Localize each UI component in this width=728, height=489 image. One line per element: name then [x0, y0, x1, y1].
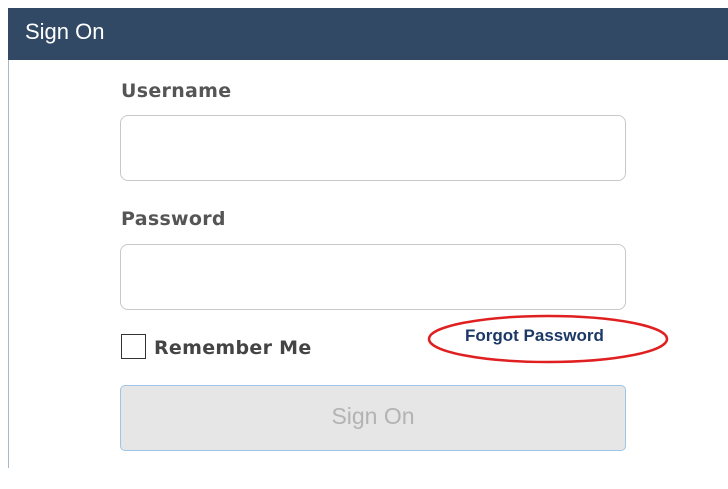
sign-on-button[interactable]: Sign On: [120, 385, 626, 451]
panel-header: Sign On: [8, 8, 728, 60]
sign-on-panel: Sign On Username Password Remember Me Fo…: [0, 0, 728, 489]
remember-me-label[interactable]: Remember Me: [154, 337, 312, 359]
password-input[interactable]: [120, 244, 626, 310]
username-input[interactable]: [120, 115, 626, 181]
panel-title: Sign On: [25, 19, 105, 44]
remember-me-group[interactable]: Remember Me: [121, 333, 312, 359]
panel-left-border: [8, 60, 9, 468]
forgot-password-link[interactable]: Forgot Password: [465, 326, 604, 346]
username-label: Username: [121, 80, 232, 102]
remember-me-checkbox[interactable]: [121, 333, 146, 359]
password-label: Password: [121, 208, 226, 230]
